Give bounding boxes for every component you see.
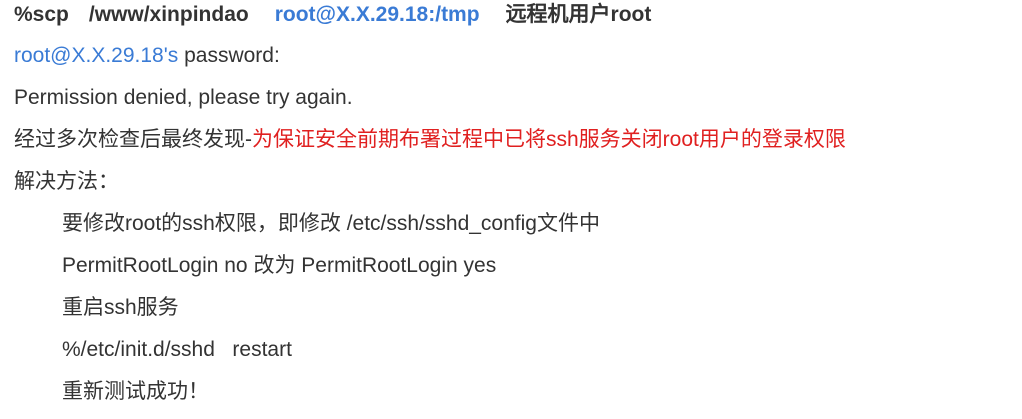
solution-title: 解决方法： xyxy=(14,170,119,193)
error-message: Permission denied, please try again. xyxy=(14,86,353,109)
finding-cause: 为保证安全前期布署过程中已将ssh服务关闭root用户的登录权限 xyxy=(252,128,846,151)
command-text: %scp xyxy=(14,3,69,26)
remote-target-link[interactable]: root@X.X.29.18:/tmp xyxy=(275,3,480,26)
solution-step: 重新测试成功！ xyxy=(62,380,209,403)
solution-step: %/etc/init.d/sshd restart xyxy=(62,338,292,361)
solution-step: 要修改root的ssh权限，即修改 /etc/ssh/sshd_config文件… xyxy=(62,212,600,235)
command-heading: %scp/www/xinpindao root@X.X.29.18:/tmp 远程机… xyxy=(14,1,651,29)
solution-step: PermitRootLogin no 改为 PermitRootLogin ye… xyxy=(62,254,497,277)
remote-user-note: 远程机用户root xyxy=(505,3,652,26)
prompt-user-host-link[interactable]: root@X.X.29.18's xyxy=(14,44,178,67)
finding-prefix: 经过多次检查后最终发现- xyxy=(14,128,252,151)
password-prompt: root@X.X.29.18's password: xyxy=(14,42,280,70)
prompt-word: password: xyxy=(184,44,280,67)
source-path: /www/xinpindao xyxy=(88,3,249,26)
solution-step: 重启ssh服务 xyxy=(62,296,179,319)
finding-line: 经过多次检查后最终发现-为保证安全前期布署过程中已将ssh服务关闭root用户的… xyxy=(14,126,846,154)
